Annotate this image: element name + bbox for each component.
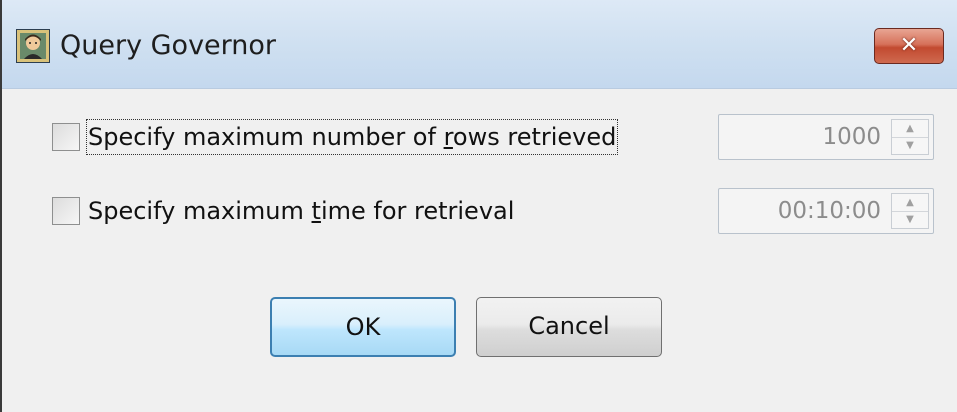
spin-down-icon[interactable]: ▼: [892, 211, 928, 228]
max-time-value[interactable]: 00:10:00: [778, 189, 881, 233]
max-rows-spin-buttons: ▲ ▼: [891, 119, 929, 155]
spin-down-icon[interactable]: ▼: [892, 137, 928, 154]
max-time-checkbox[interactable]: [52, 197, 80, 225]
query-governor-dialog: Query Governor ✕ Specify maximum number …: [0, 0, 957, 412]
max-rows-spinbox[interactable]: 1000 ▲ ▼: [718, 114, 934, 160]
title-bar[interactable]: Query Governor ✕: [2, 0, 957, 89]
max-rows-label[interactable]: Specify maximum number of rows retrieved: [85, 119, 619, 155]
max-rows-checkbox[interactable]: [52, 123, 80, 151]
spin-up-icon[interactable]: ▲: [892, 194, 928, 212]
dialog-body: Specify maximum number of rows retrieved…: [2, 89, 957, 412]
max-rows-accelerator: r: [443, 123, 453, 151]
max-time-accelerator: t: [311, 197, 321, 225]
close-button[interactable]: ✕: [874, 28, 944, 64]
person-icon: [16, 29, 50, 63]
max-time-spin-buttons: ▲ ▼: [891, 193, 929, 229]
close-icon: ✕: [899, 33, 919, 58]
max-time-label[interactable]: Specify maximum time for retrieval: [88, 195, 514, 227]
max-time-spinbox[interactable]: 00:10:00 ▲ ▼: [718, 188, 934, 234]
max-rows-value[interactable]: 1000: [822, 115, 881, 159]
cancel-button[interactable]: Cancel: [476, 297, 662, 357]
window-title: Query Governor: [60, 30, 277, 61]
spin-up-icon[interactable]: ▲: [892, 120, 928, 138]
ok-button[interactable]: OK: [270, 297, 456, 357]
